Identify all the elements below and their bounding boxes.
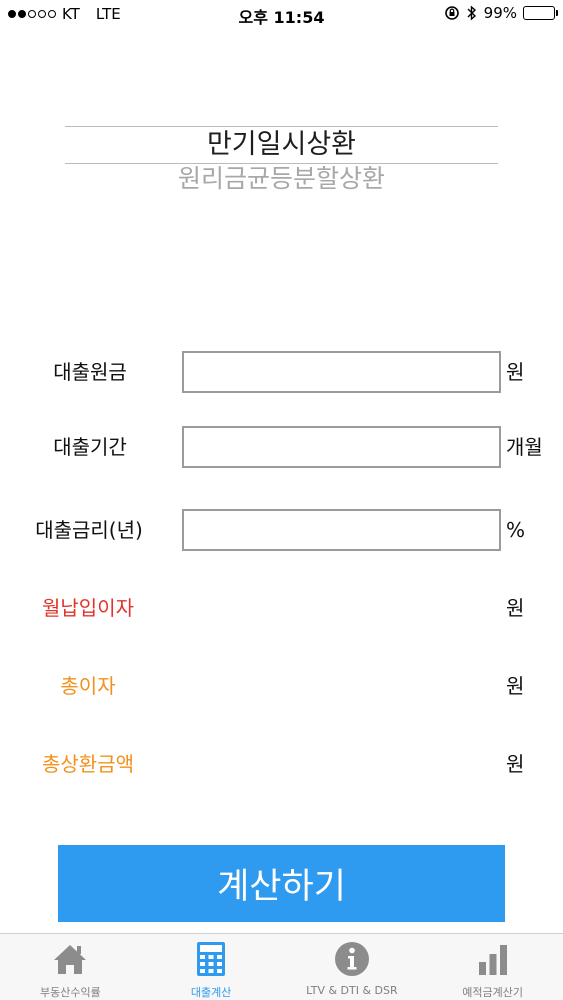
bar-chart-icon [478, 945, 507, 975]
tab-label: 예적금계산기 [462, 986, 523, 999]
tab-bar: 부동산수익률 대출계산 LTV & DTI & DSR 예적금계산기 [0, 933, 563, 1000]
rate-label: 대출금리(년) [35, 518, 143, 542]
bluetooth-icon [467, 5, 476, 21]
period-label: 대출기간 [53, 435, 127, 459]
monthly-interest-unit: 원 [506, 596, 525, 620]
rate-unit: % [506, 518, 526, 542]
calculate-button[interactable]: 계산하기 [58, 845, 505, 922]
tab-ltv-dti-dsr[interactable]: LTV & DTI & DSR [282, 934, 423, 1000]
tab-loan-calculator[interactable]: 대출계산 [141, 934, 282, 1000]
tab-label: 대출계산 [190, 986, 232, 999]
monthly-interest-row: 월납입이자 원 [0, 587, 563, 629]
principal-row: 대출원금 원 [0, 351, 563, 393]
tab-savings-calculator[interactable]: 예적금계산기 [422, 934, 563, 1000]
total-interest-unit: 원 [506, 674, 525, 698]
period-input[interactable] [182, 426, 501, 468]
total-repayment-row: 총상환금액 원 [0, 743, 563, 785]
battery-icon [523, 6, 558, 20]
info-icon [334, 942, 369, 976]
home-icon [54, 945, 87, 974]
status-bar: KT LTE 오후 11:54 99% [0, 0, 563, 28]
period-row: 대출기간 개월 [0, 426, 563, 468]
battery-percent: 99% [483, 4, 517, 22]
monthly-interest-label: 월납입이자 [42, 596, 134, 620]
rate-row: 대출금리(년) % [0, 509, 563, 551]
tab-label: LTV & DTI & DSR [306, 984, 398, 997]
tab-label: 부동산수익률 [40, 986, 101, 999]
calculator-icon [197, 942, 226, 976]
total-interest-label: 총이자 [60, 674, 116, 698]
total-repayment-unit: 원 [506, 752, 525, 776]
principal-input[interactable] [182, 351, 501, 393]
mode-option-bullet-repayment[interactable]: 만기일시상환 [65, 127, 498, 163]
repayment-mode-selector[interactable]: 만기일시상환 원리금균등분할상환 [65, 126, 498, 194]
period-unit: 개월 [506, 435, 543, 459]
principal-unit: 원 [506, 360, 525, 384]
tab-real-estate-yield[interactable]: 부동산수익률 [0, 934, 141, 1000]
total-repayment-label: 총상환금액 [42, 752, 134, 776]
status-right: 99% [444, 4, 558, 22]
mode-option-equal-installment[interactable]: 원리금균등분할상환 [65, 164, 498, 194]
total-interest-row: 총이자 원 [0, 665, 563, 707]
rate-input[interactable] [182, 509, 501, 551]
principal-label: 대출원금 [53, 360, 127, 384]
rotation-lock-icon [444, 6, 459, 20]
